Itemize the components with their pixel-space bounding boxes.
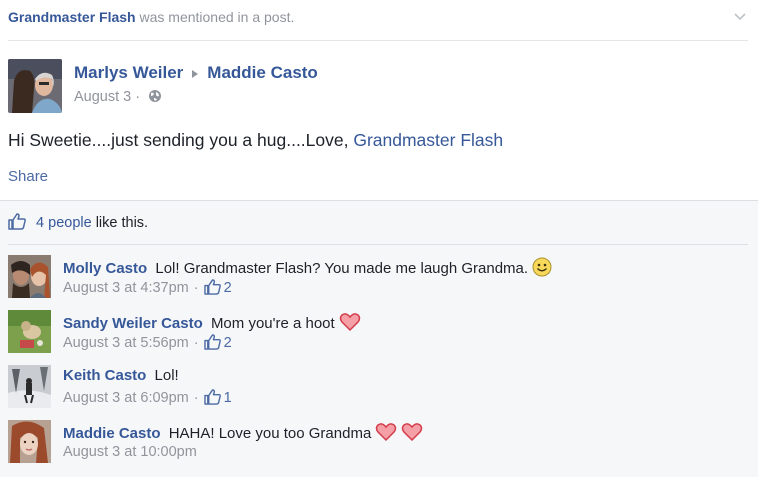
thumbs-up-icon[interactable] [203,334,221,350]
avatar[interactable] [8,255,51,298]
post-participants: Marlys Weiler Maddie Casto [74,63,318,83]
comment-timestamp[interactable]: August 3 at 5:56pm [63,335,189,351]
comment-line: Sandy Weiler Casto Mom you're a hoot [63,312,361,332]
story-header-suffix: was mentioned in a post. [139,9,295,25]
chevron-down-icon[interactable] [732,8,748,24]
story-header-text: Grandmaster Flash was mentioned in a pos… [8,9,294,25]
thumbs-up-icon [8,213,26,230]
avatar[interactable] [8,310,51,353]
comment-line: Keith Casto Lol! [63,367,179,384]
likes-summary: 4 people like this. [8,213,148,231]
post-meta: August 3 · [74,89,162,105]
post-timestamp[interactable]: August 3 [74,89,131,105]
comment-line: Molly Casto Lol! Grandmaster Flash? You … [63,257,552,277]
story-header: Grandmaster Flash was mentioned in a pos… [0,0,758,40]
post-author-link[interactable]: Marlys Weiler [74,63,183,82]
post-target-link[interactable]: Maddie Casto [207,63,318,82]
comment-line: Maddie Casto HAHA! Love you too Grandma [63,422,423,442]
comment-meta: August 3 at 4:37pm · 2 [63,279,232,296]
comment-like-count[interactable]: 2 [224,280,232,296]
thumbs-up-icon[interactable] [203,389,221,405]
comment-meta: August 3 at 6:09pm · 1 [63,389,232,406]
heart-icon [339,313,360,332]
post-mention-link[interactable]: Grandmaster Flash [353,130,503,150]
comment-author-link[interactable]: Molly Casto [63,260,151,277]
comment-author-link[interactable]: Keith Casto [63,367,151,384]
comment-item: Maddie Casto HAHA! Love you too Grandma … [8,420,748,468]
comment-item: Sandy Weiler Casto Mom you're a hoot Aug… [8,310,748,358]
mentioned-user-link[interactable]: Grandmaster Flash [8,9,136,25]
divider [8,40,748,41]
avatar[interactable] [8,420,51,463]
smiley-icon [532,257,552,277]
comment-like-count[interactable]: 2 [224,335,232,351]
meta-separator: · [135,89,141,105]
comment-timestamp[interactable]: August 3 at 10:00pm [63,444,197,460]
avatar[interactable] [8,365,51,408]
comment-meta: August 3 at 5:56pm · 2 [63,334,232,351]
comment-author-link[interactable]: Sandy Weiler Casto [63,315,207,332]
comment-item: Keith Casto Lol! August 3 at 6:09pm · 1 [8,365,748,413]
heart-icon [402,423,423,442]
comment-timestamp[interactable]: August 3 at 4:37pm [63,280,189,296]
likes-suffix: like this. [95,215,149,231]
comment-item: Molly Casto Lol! Grandmaster Flash? You … [8,255,748,303]
share-link[interactable]: Share [8,168,48,185]
triangle-right-icon [192,69,199,78]
heart-icon [376,423,397,442]
likers-link[interactable]: 4 people [36,215,92,231]
comment-timestamp[interactable]: August 3 at 6:09pm [63,390,189,406]
comment-like-count[interactable]: 1 [224,390,232,406]
comment-text: HAHA! Love you too Grandma [168,425,372,442]
comment-text: Lol! [154,367,179,384]
comment-author-link[interactable]: Maddie Casto [63,425,165,442]
post-body-text: Hi Sweetie....just sending you a hug....… [8,130,354,150]
comment-text: Lol! Grandmaster Flash? You made me laug… [155,260,529,277]
thumbs-up-icon[interactable] [203,279,221,295]
avatar[interactable] [8,59,62,113]
post-body: Hi Sweetie....just sending you a hug....… [8,130,503,151]
globe-icon[interactable] [148,89,162,103]
comment-text: Mom you're a hoot [210,315,335,332]
comment-meta: August 3 at 10:00pm [63,444,197,460]
divider [8,244,748,245]
